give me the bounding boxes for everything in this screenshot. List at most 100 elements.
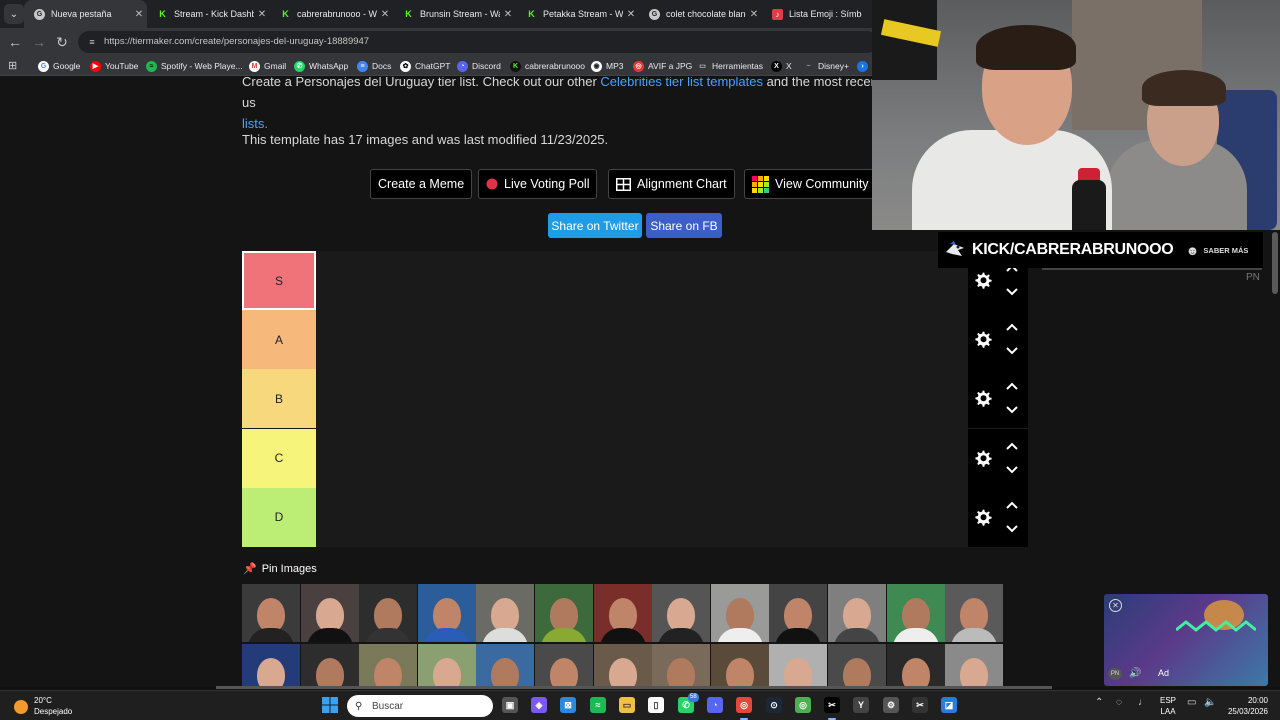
chevron-down-icon[interactable]	[1005, 465, 1019, 475]
vertical-scrollbar[interactable]	[1272, 232, 1278, 294]
view-community-rankings-button[interactable]: View Community R	[744, 169, 884, 199]
tier-image[interactable]	[945, 644, 1004, 687]
gear-icon[interactable]	[972, 329, 994, 351]
pin-images-label[interactable]: 📌 Pin Images	[243, 562, 317, 576]
tier-drop-zone[interactable]	[316, 369, 968, 429]
wifi-icon[interactable]: ◌	[1116, 697, 1122, 708]
gear-icon[interactable]	[972, 507, 994, 529]
recent-lists-link[interactable]: lists.	[242, 116, 268, 131]
celebrities-link[interactable]: Celebrities tier list templates	[600, 77, 763, 89]
forward-arrow-icon[interactable]: →	[30, 33, 48, 51]
tier-image[interactable]	[535, 644, 593, 687]
back-arrow-icon[interactable]: ←	[6, 33, 24, 51]
bookmark-item[interactable]: ✿ ChatGPT	[400, 59, 450, 73]
tier-image[interactable]	[769, 584, 828, 642]
reload-icon[interactable]: ↻	[53, 33, 71, 51]
network-icon[interactable]: ▭	[1187, 697, 1196, 708]
capcut-icon[interactable]: ✂	[824, 697, 840, 713]
document-icon[interactable]: ▯	[648, 697, 664, 713]
file-explorer-icon[interactable]: ▭	[619, 697, 635, 713]
chevron-down-icon[interactable]	[1005, 346, 1019, 356]
tier-image[interactable]	[652, 644, 711, 687]
address-bar[interactable]: ≡ https://tiermaker.com/create/personaje…	[78, 31, 878, 53]
tier-image[interactable]	[476, 584, 535, 642]
tier-image[interactable]	[710, 644, 769, 687]
create-meme-button[interactable]: Create a Meme	[370, 169, 473, 199]
browser-tab[interactable]: K Brunsin Stream - Wat ✕	[393, 0, 516, 28]
chrome-icon[interactable]: ◎	[736, 697, 752, 713]
chrome-profile-icon[interactable]: ◎	[795, 697, 811, 713]
tier-drop-zone[interactable]	[316, 251, 968, 310]
horizontal-scrollbar[interactable]	[216, 686, 1052, 689]
bookmark-item[interactable]: XX	[771, 59, 792, 73]
browser-tab[interactable]: ♪ Lista Emoji : Símbolo	[762, 0, 862, 28]
tier-image[interactable]	[359, 644, 418, 687]
store-icon[interactable]: ⊠	[560, 697, 576, 713]
volume-icon[interactable]: 🔊	[1129, 668, 1141, 679]
mic-icon[interactable]: ♩	[1138, 697, 1148, 708]
tier-image[interactable]	[417, 644, 476, 687]
tier-image[interactable]	[359, 584, 418, 642]
bookmark-item[interactable]: M Gmail	[249, 59, 286, 73]
bookmark-item[interactable]: ≡ Docs	[357, 59, 391, 73]
tier-image[interactable]	[476, 644, 535, 687]
bookmark-item[interactable]: ≈ Spotify - Web Playe...	[146, 59, 243, 73]
share-fb-button[interactable]: Share on FB	[646, 213, 722, 238]
snipping-icon[interactable]: ✂	[912, 697, 928, 713]
gear-icon[interactable]	[972, 388, 994, 410]
tier-label[interactable]: A	[242, 310, 316, 370]
task-view-icon[interactable]: ▣	[502, 697, 518, 713]
tier-image[interactable]	[242, 584, 300, 642]
tier-label[interactable]: D	[242, 487, 316, 547]
tier-drop-zone[interactable]	[316, 310, 968, 370]
notes-icon[interactable]: Y	[853, 697, 869, 713]
browser-tab[interactable]: G Nueva pestaña ✕	[24, 0, 147, 28]
close-tab-icon[interactable]: ✕	[377, 9, 393, 20]
bookmark-item[interactable]: ◎ AVIF a JPG	[633, 59, 692, 73]
windows-start-icon[interactable]	[322, 697, 338, 713]
tier-label[interactable]: B	[242, 369, 316, 429]
more-bookmarks-icon[interactable]: ›	[857, 59, 872, 73]
spotify-icon[interactable]: ≈	[590, 697, 606, 713]
tier-label[interactable]: C	[242, 428, 316, 488]
video-ad[interactable]: ✕ PN 🔊 Ad	[1104, 594, 1268, 686]
chevron-up-icon[interactable]: ⌃	[1095, 697, 1103, 708]
bookmark-item[interactable]: ▭ Herramientas	[697, 59, 763, 73]
gear-icon[interactable]	[972, 270, 994, 292]
chevron-down-icon[interactable]	[1005, 524, 1019, 534]
close-ad-icon[interactable]: ✕	[1109, 599, 1122, 612]
browser-tab[interactable]: K Stream - Kick Dashbo ✕	[147, 0, 270, 28]
chevron-up-icon[interactable]	[1005, 441, 1019, 451]
chevron-up-icon[interactable]	[1005, 322, 1019, 332]
chevron-up-icon[interactable]	[1005, 500, 1019, 510]
tier-image[interactable]	[886, 584, 945, 642]
close-tab-icon[interactable]: ✕	[131, 9, 147, 20]
chevron-up-icon[interactable]	[1005, 381, 1019, 391]
tier-image[interactable]	[710, 584, 769, 642]
taskbar-search[interactable]: ⚲ Buscar	[347, 695, 493, 717]
tier-image[interactable]	[652, 584, 711, 642]
bookmark-item[interactable]: ◔ Discord	[457, 59, 501, 73]
tier-image[interactable]	[242, 644, 300, 687]
browser-tab[interactable]: Gcolet chocolate blanc ✕	[639, 0, 762, 28]
share-twitter-button[interactable]: Share on Twitter	[548, 213, 642, 238]
close-tab-icon[interactable]: ✕	[254, 9, 270, 20]
apps-grid-icon[interactable]: ⊞	[8, 60, 20, 72]
copilot-icon[interactable]: ◈	[531, 697, 547, 713]
tier-drop-zone[interactable]	[316, 428, 968, 488]
tier-image[interactable]	[593, 644, 652, 687]
chevron-down-icon[interactable]	[1005, 287, 1019, 297]
alignment-chart-button[interactable]: Alignment Chart	[608, 169, 735, 199]
language-indicator[interactable]: ESP LAA	[1160, 695, 1176, 717]
close-tab-icon[interactable]: ✕	[623, 9, 639, 20]
gear-icon[interactable]	[972, 448, 994, 470]
weather-widget[interactable]: 20°C Despejado	[14, 695, 72, 717]
bookmark-item[interactable]: ~ Disney+	[803, 59, 849, 73]
close-tab-icon[interactable]: ✕	[746, 9, 762, 20]
tier-image[interactable]	[828, 584, 886, 642]
bookmark-item[interactable]: G Google	[38, 59, 80, 73]
tier-image[interactable]	[769, 644, 828, 687]
tier-label[interactable]: S	[242, 251, 316, 310]
tier-image[interactable]	[417, 584, 476, 642]
discord-icon[interactable]: ◔	[707, 697, 723, 713]
